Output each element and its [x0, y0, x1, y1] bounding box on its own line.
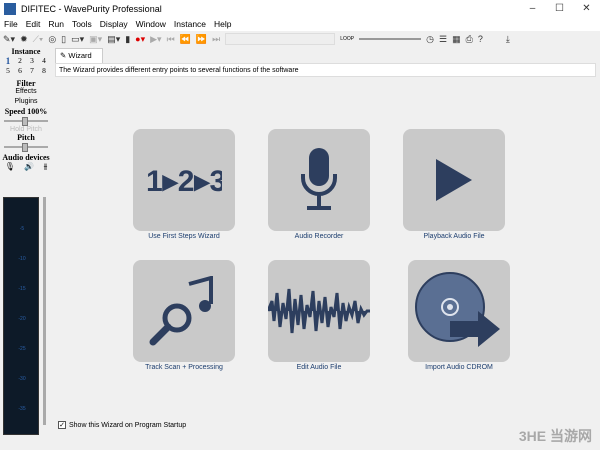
notes-icon[interactable]: ▦ — [452, 34, 461, 45]
edit-audio-file-tile[interactable] — [268, 260, 370, 362]
plugins-button[interactable]: Plugins — [0, 98, 52, 105]
instance-1[interactable]: 1 — [2, 56, 14, 66]
waveform-icon — [268, 281, 370, 341]
audio-recorder-tile[interactable] — [268, 129, 370, 231]
pitch-label: Pitch — [0, 133, 52, 142]
close-button[interactable]: ✕ — [573, 0, 600, 18]
123-icon: 1▸2▸3 — [146, 165, 222, 195]
meter-label: -35 — [4, 406, 40, 412]
watermark: 3HE 当游网 — [519, 426, 592, 446]
open-folder-icon[interactable]: ▭▾ — [71, 34, 84, 45]
effects-button[interactable]: Effects — [0, 88, 52, 95]
first-steps-wizard-tile[interactable]: 1▸2▸3 — [133, 129, 235, 231]
new-file-icon[interactable]: ▯ — [61, 34, 66, 45]
cd-icon[interactable]: ◎ — [48, 34, 56, 45]
app-logo-icon — [4, 3, 16, 15]
menu-bar: File Edit Run Tools Display Window Insta… — [0, 18, 600, 31]
instance-4[interactable]: 4 — [38, 56, 50, 66]
instance-2[interactable]: 2 — [14, 56, 26, 66]
speed-slider[interactable] — [4, 117, 48, 125]
list-icon[interactable]: ☰ — [439, 34, 447, 45]
menu-edit[interactable]: Edit — [26, 18, 41, 31]
wand-icon[interactable]: ✎▾ — [3, 34, 15, 45]
microphone-icon — [299, 148, 339, 212]
window-title: DIFITEC - WavePurity Professional — [21, 4, 162, 14]
meter-label: -10 — [4, 256, 40, 262]
volume-slider[interactable] — [43, 197, 46, 425]
pitch-slider[interactable] — [4, 143, 48, 151]
menu-instance[interactable]: Instance — [174, 18, 206, 31]
fast-forward-icon[interactable]: ⏩ — [196, 34, 207, 45]
svg-text:1▸2▸3: 1▸2▸3 — [146, 165, 222, 195]
meter-label: -15 — [4, 286, 40, 292]
menu-window[interactable]: Window — [136, 18, 166, 31]
speed-label: Speed 100% — [0, 107, 52, 116]
tab-label: Wizard — [68, 51, 91, 60]
gear-icon[interactable]: ✹ — [20, 34, 28, 45]
help-icon[interactable]: ? — [478, 34, 483, 44]
track-scan-tile[interactable] — [133, 260, 235, 362]
instance-5[interactable]: 5 — [2, 66, 14, 75]
playback-audio-file-label[interactable]: Playback Audio File — [374, 233, 534, 240]
meter-label: -25 — [4, 346, 40, 352]
toolbar: ✎▾ ✹ ⟋▾ ◎ ▯ ▭▾ ▣▾ ▤▾ ▮ ●▾ ▶▾ ⏮ ⏪ ⏩ ⏭ LOO… — [0, 31, 600, 47]
print-icon[interactable]: ⎙ — [466, 34, 473, 45]
playback-audio-file-tile[interactable] — [403, 129, 505, 231]
maximize-button[interactable]: ☐ — [546, 0, 573, 18]
search-music-icon — [149, 276, 219, 346]
instance-6[interactable]: 6 — [14, 66, 26, 75]
minimize-button[interactable]: – — [519, 0, 546, 18]
checkbox-label: Show this Wizard on Program Startup — [69, 422, 186, 429]
skip-start-icon[interactable]: ⏮ — [167, 34, 175, 45]
level-meter: -5 -10 -15 -20 -25 -30 -35 — [3, 197, 39, 435]
rewind-icon[interactable]: ⏪ — [180, 34, 191, 45]
mixer-icon[interactable]: ⫵ — [44, 162, 48, 172]
menu-file[interactable]: File — [4, 18, 18, 31]
menu-tools[interactable]: Tools — [72, 18, 92, 31]
speaker-icon[interactable]: 🔊 — [24, 162, 34, 172]
microphone-icon[interactable]: 🎙 — [5, 162, 15, 172]
instance-label: Instance — [0, 47, 52, 56]
title-bar: DIFITEC - WavePurity Professional – ☐ ✕ — [0, 0, 600, 18]
pin-icon[interactable]: ⤓ — [506, 34, 510, 45]
meter-label: -20 — [4, 316, 40, 322]
clock-icon[interactable]: ◷ — [426, 34, 434, 45]
loop-button[interactable]: LOOP — [340, 36, 354, 42]
play-icon[interactable]: ▶▾ — [150, 34, 161, 45]
meter-label: -5 — [4, 226, 40, 232]
instance-3[interactable]: 3 — [26, 56, 38, 66]
wizard-description: The Wizard provides different entry poin… — [55, 63, 596, 77]
save-icon[interactable]: ▣▾ — [89, 34, 102, 45]
hold-pitch-toggle[interactable]: Hold Pitch — [0, 126, 52, 133]
instance-8[interactable]: 8 — [38, 66, 50, 75]
stop-icon[interactable]: ▮ — [125, 34, 130, 45]
zoom-slider[interactable] — [359, 38, 421, 40]
graph-icon[interactable]: ⟋▾ — [33, 34, 44, 45]
edit-audio-file-label[interactable]: Edit Audio File — [239, 364, 399, 371]
meter-label: -30 — [4, 376, 40, 382]
menu-help[interactable]: Help — [214, 18, 231, 31]
audio-devices-label: Audio devices — [0, 153, 52, 162]
export-icon[interactable]: ▤▾ — [107, 34, 120, 45]
tab-wizard[interactable]: ✎ Wizard × — [55, 48, 103, 63]
position-display — [225, 33, 335, 45]
filter-label: Filter — [0, 79, 52, 88]
instance-7[interactable]: 7 — [26, 66, 38, 75]
cd-import-icon — [414, 271, 504, 351]
instance-selector: 1 2 3 4 5 6 7 8 — [0, 56, 52, 75]
show-wizard-on-startup-checkbox[interactable]: ✓ Show this Wizard on Program Startup — [58, 421, 186, 429]
checkbox-check-icon[interactable]: ✓ — [58, 421, 66, 429]
import-audio-cdrom-label[interactable]: Import Audio CDROM — [379, 364, 539, 371]
menu-run[interactable]: Run — [48, 18, 64, 31]
skip-end-icon[interactable]: ⏭ — [212, 34, 220, 45]
play-icon — [434, 157, 474, 203]
import-audio-cdrom-tile[interactable] — [408, 260, 510, 362]
record-icon[interactable]: ●▾ — [135, 34, 145, 45]
menu-display[interactable]: Display — [100, 18, 128, 31]
